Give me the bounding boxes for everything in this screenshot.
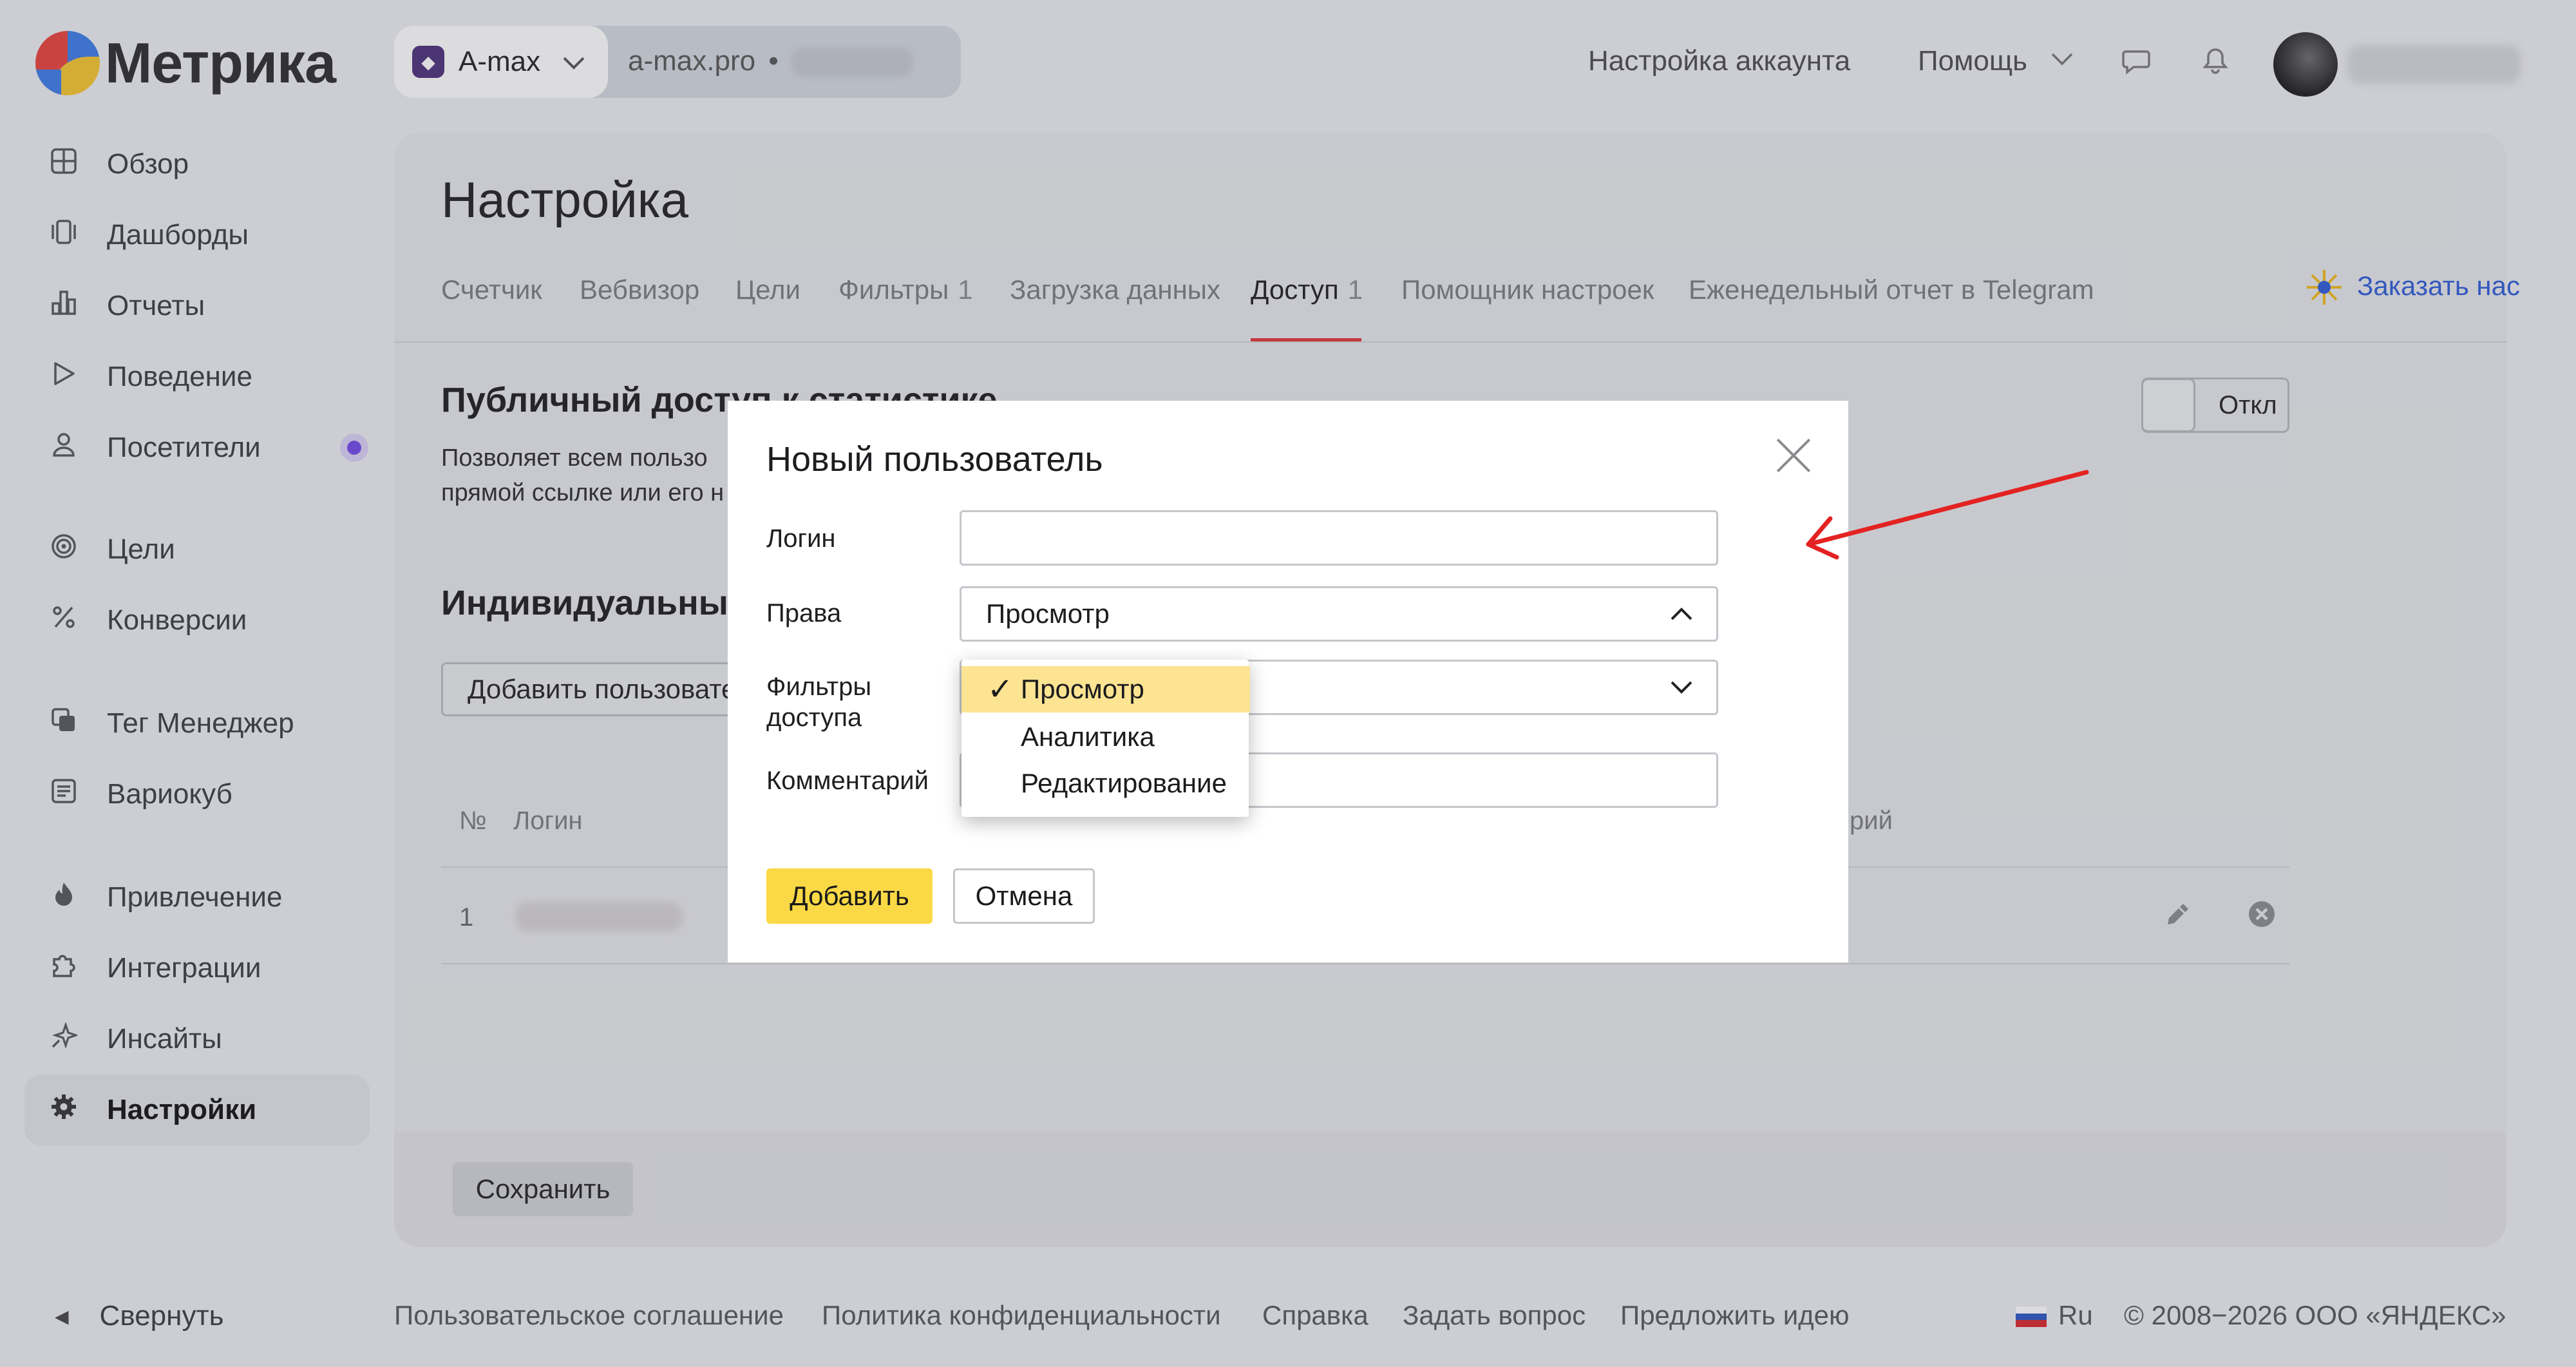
annotation-arrow-icon	[1806, 470, 2089, 560]
rights-select[interactable]: Просмотр	[960, 586, 1718, 642]
dialog-title: Новый пользователь	[766, 440, 1103, 479]
add-button[interactable]: Добавить	[766, 868, 933, 924]
comment-label: Комментарий	[766, 767, 929, 795]
dropdown-option-analytics[interactable]: Аналитика	[961, 714, 1249, 760]
rights-select-value: Просмотр	[986, 598, 1110, 629]
cancel-button[interactable]: Отмена	[953, 868, 1095, 924]
chevron-down-icon	[1671, 681, 1692, 694]
rights-dropdown: ✓ Просмотр Аналитика Редактирование	[961, 660, 1250, 817]
filters-label-line2: доступа	[766, 703, 862, 732]
dropdown-option-view[interactable]: ✓ Просмотр	[961, 666, 1250, 712]
login-label: Логин	[766, 524, 836, 553]
check-icon: ✓	[987, 673, 1014, 707]
dropdown-option-edit[interactable]: Редактирование	[961, 760, 1249, 807]
rights-label: Права	[766, 599, 842, 627]
chevron-up-icon	[1671, 607, 1692, 620]
login-input[interactable]	[960, 510, 1718, 566]
filters-label-line1: Фильтры	[766, 673, 872, 701]
